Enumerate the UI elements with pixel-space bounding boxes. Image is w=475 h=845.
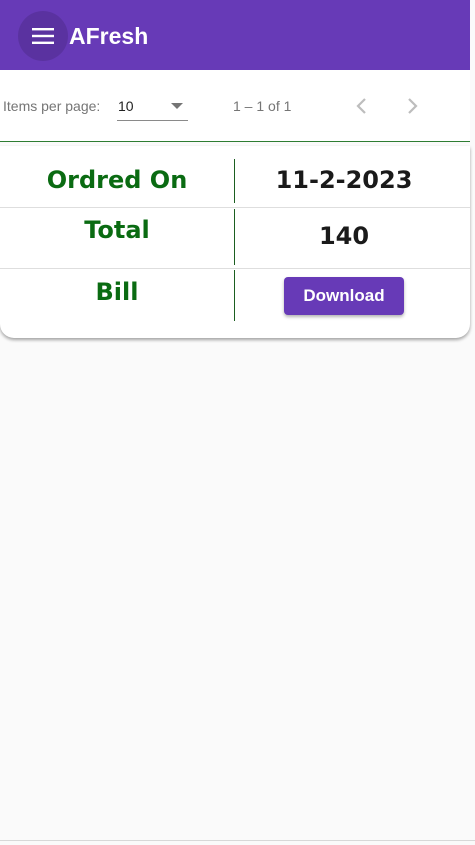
next-page-button[interactable] — [397, 91, 427, 121]
page-size-select[interactable]: 10 — [117, 96, 188, 121]
total-value: 140 — [318, 222, 370, 250]
download-bill-button[interactable]: Download — [284, 277, 404, 315]
bill-label: Bill — [95, 278, 139, 306]
page-range-label: 1 – 1 of 1 — [233, 98, 292, 114]
menu-icon — [32, 28, 54, 44]
chevron-right-icon — [408, 98, 418, 114]
ordered-on-value: 11-2-2023 — [275, 166, 413, 194]
bottom-divider — [0, 840, 475, 841]
paginator: Items per page: 10 1 – 1 of 1 — [0, 70, 470, 142]
ordered-on-label: Ordred On — [46, 166, 188, 194]
order-card: Ordred On 11-2-2023 Total 140 Bill Downl… — [0, 146, 470, 338]
page-size-value: 10 — [118, 98, 134, 114]
top-toolbar: AFresh — [0, 0, 470, 70]
ordered-on-row: Ordred On 11-2-2023 — [0, 146, 470, 208]
menu-button[interactable] — [18, 11, 68, 61]
total-label: Total — [84, 216, 150, 244]
chevron-left-icon — [356, 98, 366, 114]
total-row: Total 140 — [0, 208, 470, 269]
previous-page-button[interactable] — [347, 91, 377, 121]
items-per-page-label: Items per page: — [3, 98, 101, 114]
app-title: AFresh — [69, 23, 149, 49]
dropdown-arrow-icon — [171, 103, 183, 109]
column-divider — [234, 270, 235, 321]
